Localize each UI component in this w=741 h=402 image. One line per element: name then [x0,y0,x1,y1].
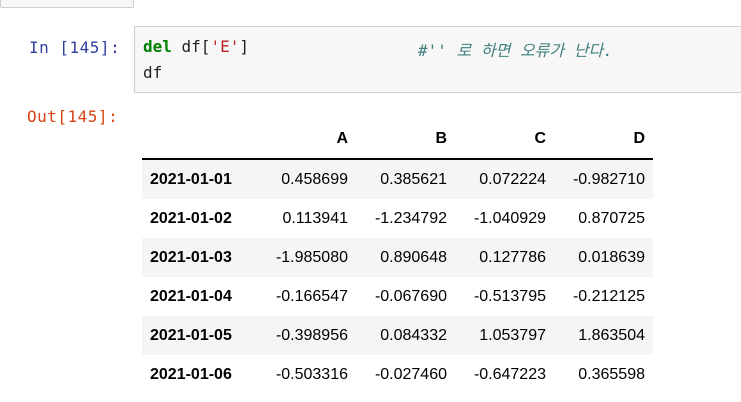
table-cell: -1.985080 [275,248,348,266]
code-keyword-del: del [143,37,172,56]
input-prompt: In [145]: [29,38,121,57]
output-prompt: Out[145]: [27,107,119,126]
table-header-row: A B C D [142,120,653,160]
table-cell: -0.398956 [275,326,348,344]
code-string: 'E' [210,37,240,56]
table-cell: 0.870725 [578,209,645,227]
row-index: 2021-01-03 [150,248,232,266]
table-cell: -0.027460 [374,365,447,383]
column-header: A [257,120,356,160]
table-cell: 0.113941 [282,209,348,227]
code-comment: #'' 로 하면 오류가 난다. [418,41,613,60]
table-cell: 1.863504 [578,326,645,344]
row-index: 2021-01-01 [150,170,232,188]
index-header [142,120,257,160]
code-input-area[interactable]: del df['E'] #'' 로 하면 오류가 난다. df [134,26,741,93]
column-header: B [356,120,455,160]
table-cell: -0.166547 [275,287,348,305]
table-cell: 0.018639 [578,248,645,266]
row-index: 2021-01-04 [150,287,232,305]
row-index: 2021-01-05 [150,326,232,344]
table-row: 2021-01-03 -1.985080 0.890648 0.127786 0… [142,238,653,277]
table-cell: -0.067690 [374,287,447,305]
table-cell: -0.647223 [473,365,546,383]
table-cell: 0.084332 [380,326,447,344]
table-cell: -0.982710 [572,170,645,188]
table-row: 2021-01-01 0.458699 0.385621 0.072224 -0… [142,159,653,199]
row-index: 2021-01-02 [150,209,232,227]
table-cell: 1.053797 [479,326,546,344]
table-cell: 0.072224 [479,170,546,188]
table-cell: -1.040929 [473,209,546,227]
column-header: D [554,120,653,160]
table-row: 2021-01-05 -0.398956 0.084332 1.053797 1… [142,316,653,355]
table-row: 2021-01-04 -0.166547 -0.067690 -0.513795… [142,277,653,316]
table-cell: -0.212125 [572,287,645,305]
code-line-2: df [143,63,163,82]
row-index: 2021-01-06 [150,365,232,383]
table-cell: -1.234792 [374,209,447,227]
column-header: C [455,120,554,160]
previous-cell-edge [0,0,134,8]
table-cell: -0.503316 [275,365,348,383]
code-text-end: ] [239,37,249,56]
table-cell: 0.890648 [380,248,447,266]
table-cell: 0.458699 [281,170,348,188]
table-cell: 0.127786 [479,248,546,266]
table-cell: 0.365598 [578,365,645,383]
table-row: 2021-01-02 0.113941 -1.234792 -1.040929 … [142,199,653,238]
table-row: 2021-01-06 -0.503316 -0.027460 -0.647223… [142,355,653,394]
table-cell: -0.513795 [473,287,546,305]
code-text: df[ [171,37,211,56]
code-line-1: del df['E'] #'' 로 하면 오류가 난다. [143,37,613,60]
table-cell: 0.385621 [380,170,447,188]
dataframe-table: A B C D 2021-01-01 0.458699 0.385621 0.0… [142,120,653,394]
